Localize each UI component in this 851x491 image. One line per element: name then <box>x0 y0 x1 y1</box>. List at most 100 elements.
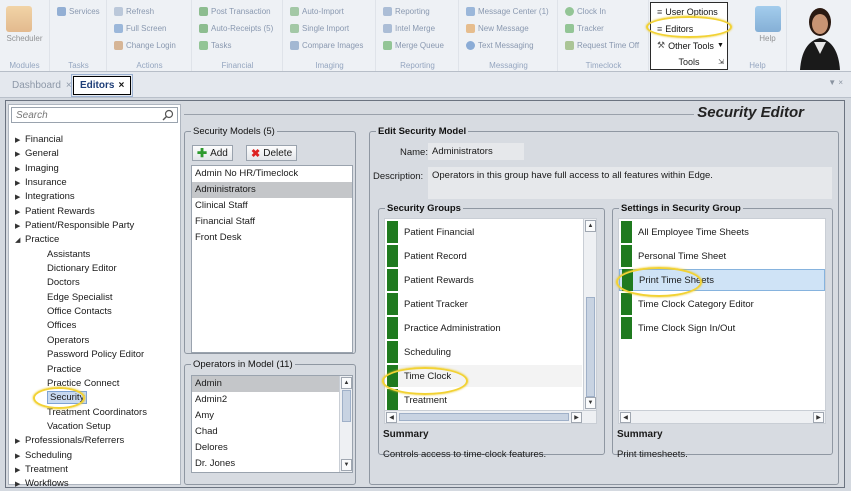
collapsed-arrow-icon[interactable]: ▶ <box>15 206 25 220</box>
collapsed-arrow-icon[interactable]: ▶ <box>15 478 25 491</box>
services-button[interactable]: Services <box>57 5 100 18</box>
new-message-button[interactable]: New Message <box>466 22 529 35</box>
scheduler-icon[interactable] <box>6 6 32 32</box>
scroll-right-arrow-icon[interactable]: ▶ <box>813 412 824 423</box>
security-group-item[interactable]: Treatment <box>387 389 582 411</box>
list-item[interactable]: Financial Staff <box>192 214 352 230</box>
refresh-button[interactable]: Refresh <box>114 5 154 18</box>
tree-item[interactable]: Treatment Coordinators <box>9 406 180 420</box>
collapsed-arrow-icon[interactable]: ▶ <box>15 177 25 191</box>
list-item[interactable]: Front Desk <box>192 230 352 246</box>
list-item[interactable]: Admin2 <box>192 392 339 408</box>
tree-item[interactable]: Office Contacts <box>9 305 180 319</box>
security-group-item[interactable]: Patient Record <box>387 245 582 267</box>
tab-dashboard[interactable]: Dashboard × <box>6 76 78 95</box>
tree-item[interactable]: Doctors <box>9 276 180 290</box>
tree-item[interactable]: Edge Specialist <box>9 291 180 305</box>
close-icon[interactable]: × <box>118 80 124 91</box>
tree-item[interactable]: Operators <box>9 334 180 348</box>
auto-import-button[interactable]: Auto-Import <box>290 5 344 18</box>
full-screen-button[interactable]: Full Screen <box>114 22 166 35</box>
tree-item[interactable]: Dictionary Editor <box>9 262 180 276</box>
list-item[interactable]: Administrators <box>192 182 352 198</box>
tree-item[interactable]: ▶ Patient/Responsible Party <box>9 219 180 233</box>
scroll-left-arrow-icon[interactable]: ◀ <box>620 412 631 423</box>
tree-item[interactable]: Assistants <box>9 248 180 262</box>
single-import-button[interactable]: Single Import <box>290 22 349 35</box>
setting-item[interactable]: All Employee Time Sheets <box>619 221 825 243</box>
list-item[interactable]: Chad <box>192 424 339 440</box>
tree-item[interactable]: ▶ Professionals/Referrers <box>9 434 180 448</box>
message-center-button[interactable]: Message Center (1) <box>466 5 549 18</box>
scroll-thumb[interactable] <box>586 297 595 397</box>
tree-item[interactable]: Practice <box>9 363 180 377</box>
change-login-button[interactable]: Change Login <box>114 39 176 52</box>
operators-scrollbar[interactable]: ▲ ▼ <box>339 376 352 472</box>
list-item[interactable]: Admin No HR/Timeclock <box>192 166 352 182</box>
delete-model-button[interactable]: ✖ Delete <box>246 145 298 161</box>
scroll-thumb[interactable] <box>342 390 351 422</box>
list-item[interactable]: Amy <box>192 408 339 424</box>
collapsed-arrow-icon[interactable]: ▶ <box>15 191 25 205</box>
user-options-button[interactable]: ≡ User Options <box>657 5 718 18</box>
collapsed-arrow-icon[interactable]: ▶ <box>15 163 25 177</box>
intel-merge-button[interactable]: Intel Merge <box>383 22 435 35</box>
list-item[interactable]: Admin <box>192 376 339 392</box>
tree-item[interactable]: ▶ Treatment <box>9 463 180 477</box>
search-input[interactable]: Search <box>11 107 178 123</box>
tree-item[interactable]: ▶ Integrations <box>9 190 180 204</box>
scroll-left-arrow-icon[interactable]: ◀ <box>386 412 397 423</box>
tree-item[interactable]: Offices <box>9 319 180 333</box>
post-transaction-button[interactable]: Post Transaction <box>199 5 271 18</box>
close-icon[interactable]: × <box>66 80 72 91</box>
settings-horizontal-scrollbar[interactable]: ◀ ▶ <box>619 410 825 423</box>
tree-item[interactable]: ▶ Scheduling <box>9 449 180 463</box>
help-icon[interactable] <box>755 6 781 32</box>
tracker-button[interactable]: Tracker <box>565 22 604 35</box>
scroll-right-arrow-icon[interactable]: ▶ <box>571 412 582 423</box>
scroll-up-arrow-icon[interactable]: ▲ <box>585 220 596 232</box>
groups-horizontal-scrollbar[interactable]: ◀ ▶ <box>385 410 596 423</box>
setting-item[interactable]: Personal Time Sheet <box>619 245 825 267</box>
other-tools-button[interactable]: ⚒ Other Tools ▼ <box>657 39 724 52</box>
scroll-down-arrow-icon[interactable]: ▼ <box>585 397 596 409</box>
scroll-up-arrow-icon[interactable]: ▲ <box>341 377 352 389</box>
tree-item[interactable]: ◢ Practice <box>9 233 180 247</box>
tree-item[interactable]: ▶ Patient Rewards <box>9 205 180 219</box>
text-messaging-button[interactable]: Text Messaging <box>466 39 534 52</box>
collapsed-arrow-icon[interactable]: ▶ <box>15 134 25 148</box>
compare-images-button[interactable]: Compare Images <box>290 39 363 52</box>
security-group-item[interactable]: Time Clock <box>387 365 582 387</box>
tree-item[interactable]: Password Policy Editor <box>9 348 180 362</box>
financial-tasks-button[interactable]: Tasks <box>199 39 231 52</box>
search-icon[interactable] <box>162 109 174 121</box>
tree-item[interactable]: ▶ Insurance <box>9 176 180 190</box>
setting-item[interactable]: Time Clock Category Editor <box>619 293 825 315</box>
tab-editors[interactable]: Editors × <box>70 74 134 97</box>
dialog-launcher-icon[interactable]: ⇲ <box>718 58 724 66</box>
expanded-arrow-icon[interactable]: ◢ <box>15 234 25 248</box>
auto-receipts-button[interactable]: Auto-Receipts (5) <box>199 22 273 35</box>
scroll-thumb[interactable] <box>399 413 569 421</box>
tree-item[interactable]: ▶ Financial <box>9 133 180 147</box>
tree-item[interactable]: ▶ Imaging <box>9 162 180 176</box>
editors-button[interactable]: ≡ Editors <box>657 22 693 35</box>
security-group-item[interactable]: Patient Rewards <box>387 269 582 291</box>
collapsed-arrow-icon[interactable]: ▶ <box>15 148 25 162</box>
scroll-down-arrow-icon[interactable]: ▼ <box>341 459 352 471</box>
list-item[interactable]: Dr. Jones <box>192 456 339 472</box>
reporting-button[interactable]: Reporting <box>383 5 430 18</box>
setting-item[interactable]: Time Clock Sign In/Out <box>619 317 825 339</box>
request-time-off-button[interactable]: Request Time Off <box>565 39 639 52</box>
tree-item[interactable]: Practice Connect <box>9 377 180 391</box>
tree-item[interactable]: ▶ General <box>9 147 180 161</box>
collapsed-arrow-icon[interactable]: ▶ <box>15 220 25 234</box>
collapsed-arrow-icon[interactable]: ▶ <box>15 450 25 464</box>
clock-in-button[interactable]: Clock In <box>565 5 606 18</box>
add-model-button[interactable]: ✚ Add <box>192 145 233 161</box>
name-field[interactable]: Administrators <box>428 143 524 160</box>
setting-item[interactable]: Print Time Sheets <box>619 269 825 291</box>
list-item[interactable]: Clinical Staff <box>192 198 352 214</box>
security-group-item[interactable]: Patient Tracker <box>387 293 582 315</box>
tree-item[interactable]: ▶ Workflows <box>9 477 180 491</box>
